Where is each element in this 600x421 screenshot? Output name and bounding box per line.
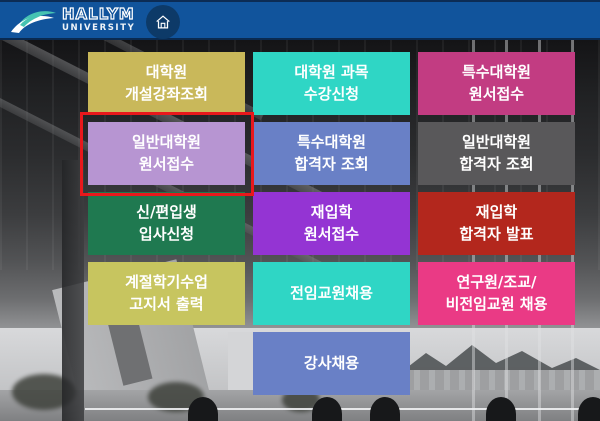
window-frame: [62, 160, 84, 421]
app-window: HALLYM UNIVERSITY 대학원 개설강좌조회 대학원 과목 수강신청…: [0, 0, 600, 421]
university-logo[interactable]: HALLYM UNIVERSITY: [10, 5, 135, 35]
railing-line: [85, 408, 600, 410]
button-label: 재입학: [476, 202, 517, 224]
menu-button-lecturer-hiring[interactable]: 강사채용: [253, 332, 410, 395]
menu-button-readmission-results[interactable]: 재입학 합격자 발표: [418, 192, 575, 255]
button-label: 개설강좌조회: [125, 84, 208, 106]
menu-button-seasonal-semester-bill[interactable]: 계절학기수업 고지서 출력: [88, 262, 245, 325]
menu-button-general-grad-results[interactable]: 일반대학원 합격자 조회: [418, 122, 575, 185]
menu-button-general-grad-application[interactable]: 일반대학원 원서접수: [88, 122, 245, 185]
home-button[interactable]: [146, 5, 180, 39]
menu-button-special-grad-results[interactable]: 특수대학원 합격자 조회: [253, 122, 410, 185]
home-icon: [154, 13, 172, 31]
button-label: 신/편입생: [136, 202, 197, 224]
button-label: 연구원/조교/: [457, 272, 537, 294]
button-label: 대학원: [146, 62, 187, 84]
button-label: 비전임교원 채용: [446, 294, 548, 316]
menu-button-new-transfer-dorm-apply[interactable]: 신/편입생 입사신청: [88, 192, 245, 255]
button-label: 원서접수: [469, 84, 524, 106]
button-label: 전임교원채용: [290, 283, 373, 305]
button-label: 재입학: [311, 202, 352, 224]
menu-button-readmission-application[interactable]: 재입학 원서접수: [253, 192, 410, 255]
button-label: 수강신청: [304, 84, 359, 106]
brand-subname: UNIVERSITY: [62, 24, 135, 33]
button-label: 원서접수: [304, 224, 359, 246]
hallym-bird-icon: [10, 5, 58, 35]
menu-button-fulltime-faculty-hiring[interactable]: 전임교원채용: [253, 262, 410, 325]
menu-grid: 대학원 개설강좌조회 대학원 과목 수강신청 특수대학원 원서접수 일반대학원 …: [88, 52, 575, 395]
header-bar: HALLYM UNIVERSITY: [0, 0, 600, 40]
menu-button-grad-course-registration[interactable]: 대학원 과목 수강신청: [253, 52, 410, 115]
button-label: 합격자 조회: [459, 154, 533, 176]
brand-text: HALLYM UNIVERSITY: [62, 7, 135, 33]
brand-name: HALLYM: [62, 7, 135, 22]
menu-button-researcher-ta-hiring[interactable]: 연구원/조교/ 비전임교원 채용: [418, 262, 575, 325]
menu-button-special-grad-application[interactable]: 특수대학원 원서접수: [418, 52, 575, 115]
button-label: 계절학기수업: [125, 272, 208, 294]
menu-button-grad-open-courses[interactable]: 대학원 개설강좌조회: [88, 52, 245, 115]
button-label: 일반대학원: [132, 132, 201, 154]
button-label: 고지서 출력: [129, 294, 203, 316]
button-label: 특수대학원: [462, 62, 531, 84]
button-label: 특수대학원: [297, 132, 366, 154]
button-label: 강사채용: [304, 353, 359, 375]
button-label: 대학원 과목: [294, 62, 368, 84]
button-label: 원서접수: [139, 154, 194, 176]
button-label: 일반대학원: [462, 132, 531, 154]
button-label: 입사신청: [139, 224, 194, 246]
button-label: 합격자 조회: [294, 154, 368, 176]
button-label: 합격자 발표: [459, 224, 533, 246]
